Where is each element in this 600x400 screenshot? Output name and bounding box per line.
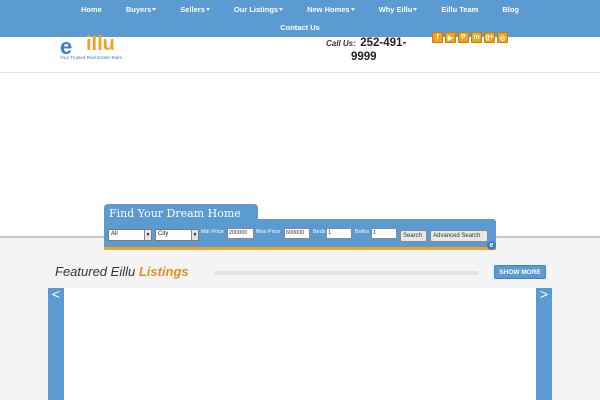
nav-item-label: Contact Us <box>280 23 320 32</box>
caret-down-icon <box>279 8 284 12</box>
logo-wordmark: illu <box>86 33 115 55</box>
nav-item-our-listings[interactable]: Our Listings <box>222 5 295 14</box>
call-us: Call Us: 252-491- 9999 <box>326 33 416 63</box>
chevron-down-icon: ▼ <box>144 230 151 240</box>
site-logo[interactable]: e illu Your Trusted Real Estate Team <box>60 32 140 62</box>
caret-down-icon <box>350 8 355 12</box>
caret-down-icon <box>152 8 157 12</box>
nav-item-label: Blog <box>502 4 519 14</box>
featured-title-highlight: Listings <box>138 264 189 279</box>
min-price-input[interactable]: 200000 <box>227 228 254 239</box>
youtube-icon[interactable]: ▶ <box>445 32 456 43</box>
carousel-next-button[interactable]: > <box>536 287 552 400</box>
show-more-button[interactable]: SHOW MORE <box>494 265 546 279</box>
city-select[interactable]: City ▼ <box>155 229 199 241</box>
instagram-icon[interactable]: ◎ <box>497 32 508 43</box>
featured-divider <box>214 271 478 275</box>
nav-item-why-eillu[interactable]: Why Eillu <box>367 5 430 14</box>
nav-item-label: Why Eillu <box>378 4 413 14</box>
beds-label: Beds <box>313 229 326 235</box>
nav-item-label: Eillu Team <box>441 4 479 14</box>
featured-listings-carousel <box>64 288 536 400</box>
nav-item-eillu-team[interactable]: Eillu Team <box>429 5 490 14</box>
pinterest-icon[interactable]: P <box>458 32 469 43</box>
max-price-input[interactable]: 600000 <box>284 228 310 239</box>
social-icons: f ▶ Pin g+ ◎ <box>432 32 510 43</box>
brand-badge-icon: e <box>487 241 496 250</box>
baths-label: Baths <box>355 229 370 235</box>
facebook-icon[interactable]: f <box>432 32 443 43</box>
linkedin-icon[interactable]: in <box>471 32 482 43</box>
nav-item-contact-us[interactable]: Contact Us <box>268 23 332 32</box>
city-value: City <box>158 231 169 237</box>
nav-row-primary: Home Buyers Sellers Our Listings New Homes Wh… <box>0 0 600 18</box>
featured-title-prefix: Featured Eillu <box>55 264 139 279</box>
header-divider <box>0 72 600 73</box>
min-price-label: Min Price <box>201 229 224 235</box>
call-label: Call Us: <box>326 39 356 48</box>
baths-input[interactable]: 1 <box>371 228 397 239</box>
nav-item-sellers[interactable]: Sellers <box>168 5 222 14</box>
google-plus-icon[interactable]: g+ <box>484 32 495 43</box>
beds-input[interactable]: 1 <box>326 228 352 239</box>
search-bar: All ▼ City ▼ Min Price 200000 Max Price … <box>104 219 496 250</box>
nav-item-home[interactable]: Home <box>69 5 114 14</box>
nav-item-label: Our Listings <box>233 4 279 14</box>
max-price-label: Max Price <box>256 229 281 235</box>
nav-item-label: Sellers <box>180 4 205 14</box>
logo-tagline: Your Trusted Real Estate Team <box>60 55 123 60</box>
nav-item-label: Home <box>81 4 102 14</box>
search-button[interactable]: Search <box>400 230 427 242</box>
caret-down-icon <box>413 8 418 12</box>
carousel-prev-button[interactable]: < <box>48 287 64 400</box>
featured-title: Featured Eillu Listings <box>55 264 189 279</box>
caret-down-icon <box>205 8 210 12</box>
nav-item-label: New Homes <box>307 4 350 14</box>
nav-item-buyers[interactable]: Buyers <box>114 5 168 14</box>
nav-item-blog[interactable]: Blog <box>490 5 531 14</box>
phone-number[interactable]: 252-491- <box>360 37 406 49</box>
property-type-select[interactable]: All ▼ <box>108 229 152 241</box>
nav-item-new-homes[interactable]: New Homes <box>295 5 367 14</box>
chevron-down-icon: ▼ <box>191 230 198 240</box>
property-type-value: All <box>111 231 118 237</box>
nav-item-label: Buyers <box>125 4 152 14</box>
advanced-search-button[interactable]: Advanced Search <box>430 230 488 242</box>
phone-number-cont[interactable]: 9999 <box>326 51 416 63</box>
